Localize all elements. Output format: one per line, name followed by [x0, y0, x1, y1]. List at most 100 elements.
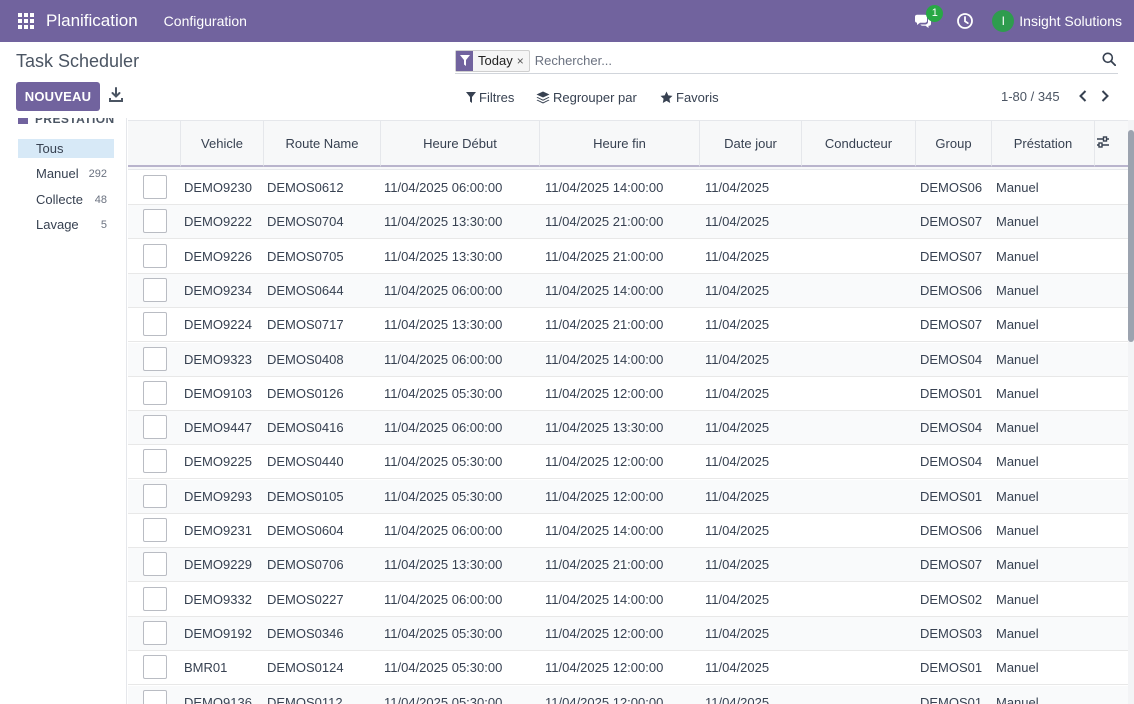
filters-button[interactable]: Filtres: [466, 88, 514, 106]
sidebar-item-lavage[interactable]: Lavage 5: [18, 215, 114, 234]
clock-icon[interactable]: [956, 12, 974, 30]
table-row[interactable]: DEMO9192 DEMOS0346 11/04/2025 05:30:00 11/0…: [128, 616, 1128, 651]
facet-remove-icon[interactable]: ×: [517, 54, 529, 68]
pager-value[interactable]: 1-80 / 345: [1001, 89, 1060, 104]
cell-date-jour: 11/04/2025: [705, 385, 770, 401]
row-checkbox[interactable]: [143, 312, 167, 337]
row-checkbox[interactable]: [143, 552, 167, 577]
row-checkbox[interactable]: [143, 209, 167, 234]
cell-date-jour: 11/04/2025: [705, 591, 770, 607]
header-select-column[interactable]: [128, 121, 181, 167]
row-checkbox[interactable]: [143, 175, 167, 199]
cell-route-name: DEMOS0346: [267, 625, 344, 641]
sidebar-item-label: Collecte: [36, 192, 83, 207]
apps-grid-icon[interactable]: [16, 11, 36, 31]
row-checkbox[interactable]: [143, 243, 167, 268]
cell-heure-debut: 11/04/2025 05:30:00: [384, 454, 503, 470]
page-title: Task Scheduler: [16, 51, 140, 71]
cell-vehicle: DEMO9222: [184, 214, 252, 230]
table-row[interactable]: DEMO9231 DEMOS0604 11/04/2025 06:00:00 11/0…: [128, 514, 1128, 548]
row-checkbox[interactable]: [143, 449, 167, 474]
table-row[interactable]: DEMO9332 DEMOS0227 11/04/2025 06:00:00 11/0…: [128, 583, 1128, 617]
table-row[interactable]: DEMO9293 DEMOS0105 11/04/2025 05:30:00 11/0…: [128, 479, 1128, 514]
row-checkbox[interactable]: [143, 380, 167, 405]
favorites-button[interactable]: Favoris: [660, 88, 719, 106]
user-menu[interactable]: I Insight Solutions: [992, 10, 1122, 32]
cell-heure-fin: 11/04/2025 14:00:00: [545, 351, 664, 367]
cell-prestation: Manuel: [996, 694, 1039, 704]
cell-vehicle: DEMO9293: [184, 488, 252, 504]
groupby-label: Regrouper par: [553, 89, 637, 105]
cell-vehicle: DEMO9230: [184, 180, 252, 195]
cell-group: DEMOS04: [920, 420, 983, 436]
row-checkbox[interactable]: [143, 655, 167, 680]
column-header-heure-fin[interactable]: Heure fin: [540, 121, 700, 167]
table-row[interactable]: DEMO9136 DEMOS0112 11/04/2025 05:30:00 11/0…: [128, 685, 1128, 704]
sliders-icon[interactable]: [1096, 135, 1110, 149]
cell-date-jour: 11/04/2025: [705, 248, 770, 264]
table-row[interactable]: DEMO9224 DEMOS0717 11/04/2025 13:30:00 11/0…: [128, 308, 1128, 343]
cell-prestation: Manuel: [996, 488, 1039, 504]
sidebar-item-collecte[interactable]: Collecte 48: [18, 190, 114, 209]
column-header-route-name[interactable]: Route Name: [264, 121, 381, 167]
cell-vehicle: DEMO9103: [184, 385, 252, 401]
sidebar-item-manuel[interactable]: Manuel 292: [18, 164, 114, 183]
cell-heure-fin: 11/04/2025 14:00:00: [545, 591, 664, 607]
column-header-group[interactable]: Group: [916, 121, 992, 167]
download-icon[interactable]: [108, 86, 124, 104]
row-checkbox[interactable]: [143, 620, 167, 645]
table-row[interactable]: DEMO9103 DEMOS0126 11/04/2025 05:30:00 11/0…: [128, 377, 1128, 411]
cell-vehicle: BMR01: [184, 660, 228, 676]
column-header-heure-debut[interactable]: Heure Début: [381, 121, 540, 167]
table-row[interactable]: BMR01 DEMOS0124 11/04/2025 05:30:00 11/04/2…: [128, 651, 1128, 686]
table-row[interactable]: DEMO9323 DEMOS0408 11/04/2025 06:00:00 11/0…: [128, 342, 1128, 377]
cell-heure-debut: 11/04/2025 05:30:00: [384, 385, 503, 401]
row-checkbox[interactable]: [143, 586, 167, 611]
cell-route-name: DEMOS0604: [267, 523, 344, 538]
cell-heure-fin: 11/04/2025 13:30:00: [545, 420, 664, 436]
groupby-button[interactable]: Regrouper par: [536, 88, 637, 106]
column-header-prestation[interactable]: Préstation: [992, 121, 1095, 167]
chevron-left-icon[interactable]: [1077, 89, 1089, 103]
table-row[interactable]: DEMO9225 DEMOS0440 11/04/2025 05:30:00 11/0…: [128, 445, 1128, 480]
cell-date-jour: 11/04/2025: [705, 557, 770, 573]
cell-route-name: DEMOS0105: [267, 488, 344, 504]
cell-heure-debut: 11/04/2025 06:00:00: [384, 591, 503, 607]
cell-prestation: Manuel: [996, 454, 1039, 470]
row-checkbox[interactable]: [143, 415, 167, 440]
category-icon: [18, 118, 28, 124]
column-header-vehicle[interactable]: Vehicle: [181, 121, 264, 167]
column-header-date-jour[interactable]: Date jour: [700, 121, 802, 167]
menu-configuration[interactable]: Configuration: [164, 13, 247, 29]
search-icon[interactable]: [1102, 52, 1116, 66]
cell-date-jour: 11/04/2025: [705, 420, 770, 436]
table-row[interactable]: DEMO9222 DEMOS0704 11/04/2025 13:30:00 11/0…: [128, 205, 1128, 240]
table-row[interactable]: DEMO9226 DEMOS0705 11/04/2025 13:30:00 11/0…: [128, 240, 1128, 274]
cell-vehicle: DEMO9226: [184, 248, 252, 264]
search-input[interactable]: [534, 53, 1075, 68]
row-checkbox[interactable]: [143, 518, 167, 542]
cell-date-jour: 11/04/2025: [705, 351, 770, 367]
cell-date-jour: 11/04/2025: [705, 625, 770, 641]
table-row[interactable]: DEMO9447 DEMOS0416 11/04/2025 06:00:00 11/0…: [128, 411, 1128, 446]
app-title[interactable]: Planification: [46, 11, 138, 31]
chevron-right-icon[interactable]: [1099, 89, 1111, 103]
table-row[interactable]: DEMO9230 DEMOS0612 11/04/2025 06:00:00 11/0…: [128, 171, 1128, 205]
table-row[interactable]: DEMO9229 DEMOS0706 11/04/2025 13:30:00 11/0…: [128, 548, 1128, 583]
cell-heure-debut: 11/04/2025 13:30:00: [384, 248, 503, 264]
cell-heure-fin: 11/04/2025 21:00:00: [545, 214, 664, 230]
row-checkbox[interactable]: [143, 689, 167, 704]
row-checkbox[interactable]: [143, 277, 167, 302]
cell-route-name: DEMOS0124: [267, 660, 344, 676]
chat-button[interactable]: 1: [914, 5, 944, 31]
table-row[interactable]: DEMO9234 DEMOS0644 11/04/2025 06:00:00 11/0…: [128, 273, 1128, 308]
sidebar-item-tous[interactable]: Tous: [18, 139, 114, 158]
cell-prestation: Manuel: [996, 248, 1039, 264]
row-checkbox[interactable]: [143, 483, 167, 508]
cell-prestation: Manuel: [996, 420, 1039, 436]
search-facet[interactable]: Today ×: [455, 49, 530, 72]
row-checkbox[interactable]: [143, 346, 167, 371]
scrollbar-thumb[interactable]: [1128, 130, 1134, 342]
new-button[interactable]: NOUVEAU: [16, 82, 100, 111]
column-header-conducteur[interactable]: Conducteur: [802, 121, 916, 167]
